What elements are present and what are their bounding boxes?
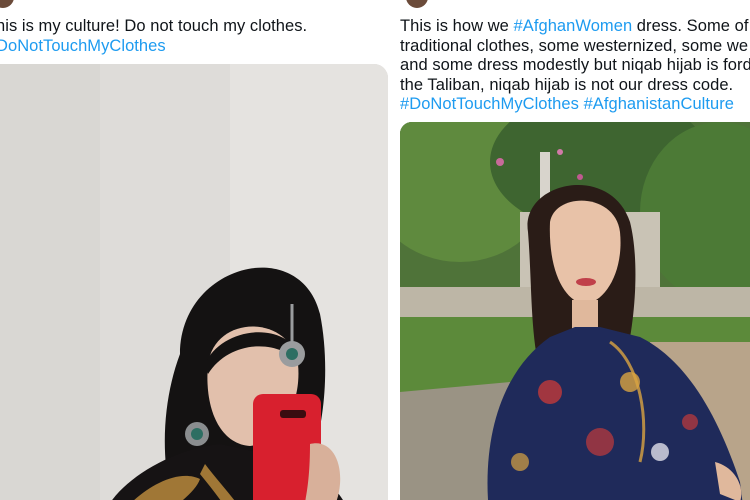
tweet-text-segment: and some dress modestly but niqab hijab … xyxy=(400,56,750,74)
photo-icon xyxy=(0,64,388,500)
tweet-line: This is how we #AfghanWomen dress. Some … xyxy=(400,17,750,37)
tweet-photo[interactable] xyxy=(400,122,750,500)
tweet-text-segment: the Taliban, niqab hijab is not our dres… xyxy=(400,75,734,94)
tweet-line: traditional clothes, some westernized, s… xyxy=(400,37,750,57)
tweet-left[interactable]: his is my culture! Do not touch my cloth… xyxy=(0,0,392,500)
tweet-line: #DoNotTouchMyClothes #AfghanistanCulture xyxy=(400,95,750,115)
tweet-line: the Taliban, niqab hijab is not our dres… xyxy=(400,76,750,96)
tweet-photo[interactable] xyxy=(0,64,388,500)
avatar[interactable] xyxy=(406,0,428,8)
tweet-text-segment: dress. Some of xyxy=(632,17,749,35)
tweet-text-segment: traditional clothes, some westernized, s… xyxy=(400,36,749,55)
tweet-line: and some dress modestly but niqab hijab … xyxy=(400,56,750,76)
avatar[interactable] xyxy=(0,0,14,8)
tweet-text: his is my culture! Do not touch my cloth… xyxy=(0,17,307,56)
hashtag-link[interactable]: #DoNotTouchMyClothes xyxy=(400,95,579,113)
tweet-text-segment: This is how we xyxy=(400,17,514,35)
tweet-text: This is how we #AfghanWomen dress. Some … xyxy=(400,17,750,115)
hashtag-link[interactable]: #AfghanistanCulture xyxy=(584,95,734,113)
hashtag-link[interactable]: DoNotTouchMyClothes xyxy=(0,37,166,55)
tweet-line: DoNotTouchMyClothes xyxy=(0,37,307,57)
hashtag-link[interactable]: #AfghanWomen xyxy=(514,17,633,35)
tweet-line: his is my culture! Do not touch my cloth… xyxy=(0,17,307,37)
photo-icon xyxy=(400,122,750,500)
tweet-text-segment: his is my culture! Do not touch my cloth… xyxy=(0,17,308,35)
tweet-right[interactable]: This is how we #AfghanWomen dress. Some … xyxy=(392,0,750,500)
